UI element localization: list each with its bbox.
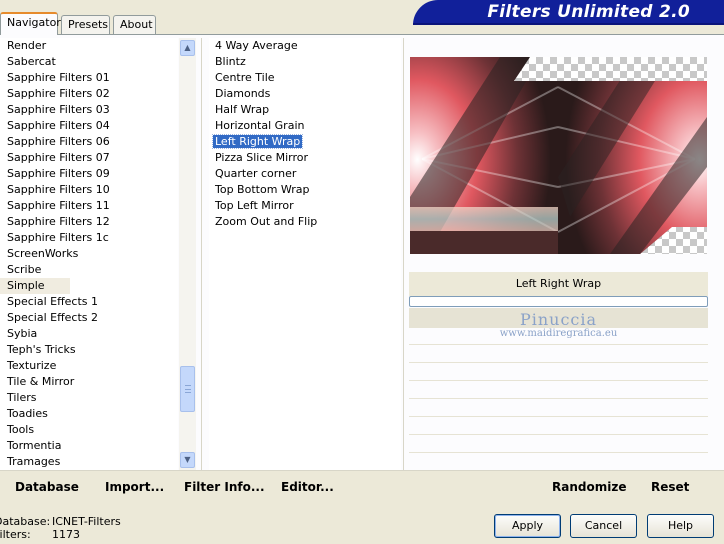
category-scrollbar[interactable]: ▲ ▼ (179, 38, 196, 470)
category-item[interactable]: Tile & Mirror (0, 374, 178, 390)
grip-icon (185, 385, 191, 393)
import-link[interactable]: Import... (105, 480, 164, 494)
filter-item[interactable]: Zoom Out and Flip (209, 214, 401, 230)
filters-label: Filters: (0, 528, 31, 541)
scroll-thumb[interactable] (180, 366, 195, 412)
category-item[interactable]: Sapphire Filters 06 (0, 134, 178, 150)
divider (403, 38, 404, 470)
parameter-area: Pinuccia www.maidiregrafica.eu (409, 308, 708, 470)
filter-list[interactable]: 4 Way Average Blintz Centre Tile Diamonds Ha… (209, 38, 401, 470)
tab-presets[interactable]: Presets (61, 15, 110, 34)
category-item[interactable]: Sapphire Filters 11 (0, 198, 178, 214)
category-item[interactable]: Teph's Tricks (0, 342, 178, 358)
filter-item[interactable]: Left Right Wrap (209, 134, 401, 150)
randomize-link[interactable]: Randomize (552, 480, 626, 494)
filter-item-label: Blintz (215, 55, 246, 68)
category-item[interactable]: Tools (0, 422, 178, 438)
parameter-row (409, 398, 708, 399)
preview-filter-name: Left Right Wrap (409, 272, 708, 296)
filter-item[interactable]: Pizza Slice Mirror (209, 150, 401, 166)
filter-item-label: Top Bottom Wrap (215, 183, 310, 196)
parameter-row (409, 344, 708, 345)
tab-about[interactable]: About (113, 15, 156, 34)
filter-item-label: Diamonds (215, 87, 271, 100)
filter-item-label: 4 Way Average (215, 39, 298, 52)
filter-item[interactable]: Top Bottom Wrap (209, 182, 401, 198)
parameter-row (409, 452, 708, 453)
reset-link[interactable]: Reset (651, 480, 689, 494)
filter-item-label: Pizza Slice Mirror (215, 151, 309, 164)
filter-item-label: Left Right Wrap (211, 134, 304, 149)
parameter-row (409, 434, 708, 435)
filter-item-label: Top Left Mirror (215, 199, 294, 212)
help-button[interactable]: Help (647, 514, 714, 538)
scroll-up-icon[interactable]: ▲ (180, 40, 195, 56)
watermark-site: www.maidiregrafica.eu (499, 328, 618, 339)
filters-count: 1173 (52, 528, 80, 541)
parameter-row (409, 416, 708, 417)
category-item[interactable]: Sapphire Filters 01 (0, 70, 178, 86)
cancel-button[interactable]: Cancel (570, 514, 637, 538)
filter-item-label: Centre Tile (215, 71, 275, 84)
editor-link[interactable]: Editor... (281, 480, 334, 494)
category-item[interactable]: Sapphire Filters 02 (0, 86, 178, 102)
parameter-row (409, 380, 708, 381)
filter-item[interactable]: Centre Tile (209, 70, 401, 86)
filter-item-label: Half Wrap (215, 103, 270, 116)
filter-item[interactable]: Blintz (209, 54, 401, 70)
filter-item-label: Zoom Out and Flip (215, 215, 318, 228)
category-item[interactable]: Toadies (0, 406, 178, 422)
category-item[interactable]: Sapphire Filters 12 (0, 214, 178, 230)
category-item[interactable]: ScreenWorks (0, 246, 178, 262)
action-link-bar: Database Import... Filter Info... Editor… (0, 470, 724, 500)
database-value: ICNET-Filters (52, 515, 121, 528)
filter-item[interactable]: Diamonds (209, 86, 401, 102)
scroll-down-icon[interactable]: ▼ (180, 452, 195, 468)
title-banner: Filters Unlimited 2.0 (413, 0, 724, 25)
filter-item[interactable]: Half Wrap (209, 102, 401, 118)
category-item[interactable]: Simple (0, 278, 70, 294)
category-item[interactable]: Tormentia (0, 438, 178, 454)
progress-bar (409, 296, 708, 307)
database-link[interactable]: Database (15, 480, 79, 494)
category-item[interactable]: Sapphire Filters 03 (0, 102, 178, 118)
filter-item[interactable]: 4 Way Average (209, 38, 401, 54)
filter-item[interactable]: Horizontal Grain (209, 118, 401, 134)
category-item[interactable]: Special Effects 1 (0, 294, 178, 310)
divider (201, 38, 202, 470)
filter-item-label: Horizontal Grain (215, 119, 305, 132)
category-item[interactable]: Sybia (0, 326, 178, 342)
category-item[interactable]: Special Effects 2 (0, 310, 178, 326)
category-item[interactable]: Scribe (0, 262, 178, 278)
filter-item-label: Quarter corner (215, 167, 297, 180)
parameter-row (409, 362, 708, 363)
category-item[interactable]: Sapphire Filters 1c (0, 230, 178, 246)
tab-navigator[interactable]: Navigator (0, 12, 61, 35)
apply-button[interactable]: Apply (494, 514, 561, 538)
category-list[interactable]: Render Sabercat Sapphire Filters 01 Sapphir… (0, 38, 178, 470)
category-item[interactable]: Tilers (0, 390, 178, 406)
category-item[interactable]: Sabercat (0, 54, 178, 70)
category-item[interactable]: Sapphire Filters 07 (0, 150, 178, 166)
filter-item[interactable]: Quarter corner (209, 166, 401, 182)
category-item[interactable]: Sapphire Filters 10 (0, 182, 178, 198)
filter-preview-image (410, 57, 707, 254)
category-item[interactable]: Tramages (0, 454, 178, 470)
filter-info-link[interactable]: Filter Info... (184, 480, 265, 494)
category-item[interactable]: Sapphire Filters 09 (0, 166, 178, 182)
category-item[interactable]: Render (0, 38, 178, 54)
filter-item[interactable]: Top Left Mirror (209, 198, 401, 214)
banner-title: Filters Unlimited 2.0 (487, 2, 690, 22)
database-label: Database: (0, 515, 51, 528)
category-item[interactable]: Texturize (0, 358, 178, 374)
category-item[interactable]: Sapphire Filters 04 (0, 118, 178, 134)
watermark-name: Pinuccia (519, 310, 598, 329)
